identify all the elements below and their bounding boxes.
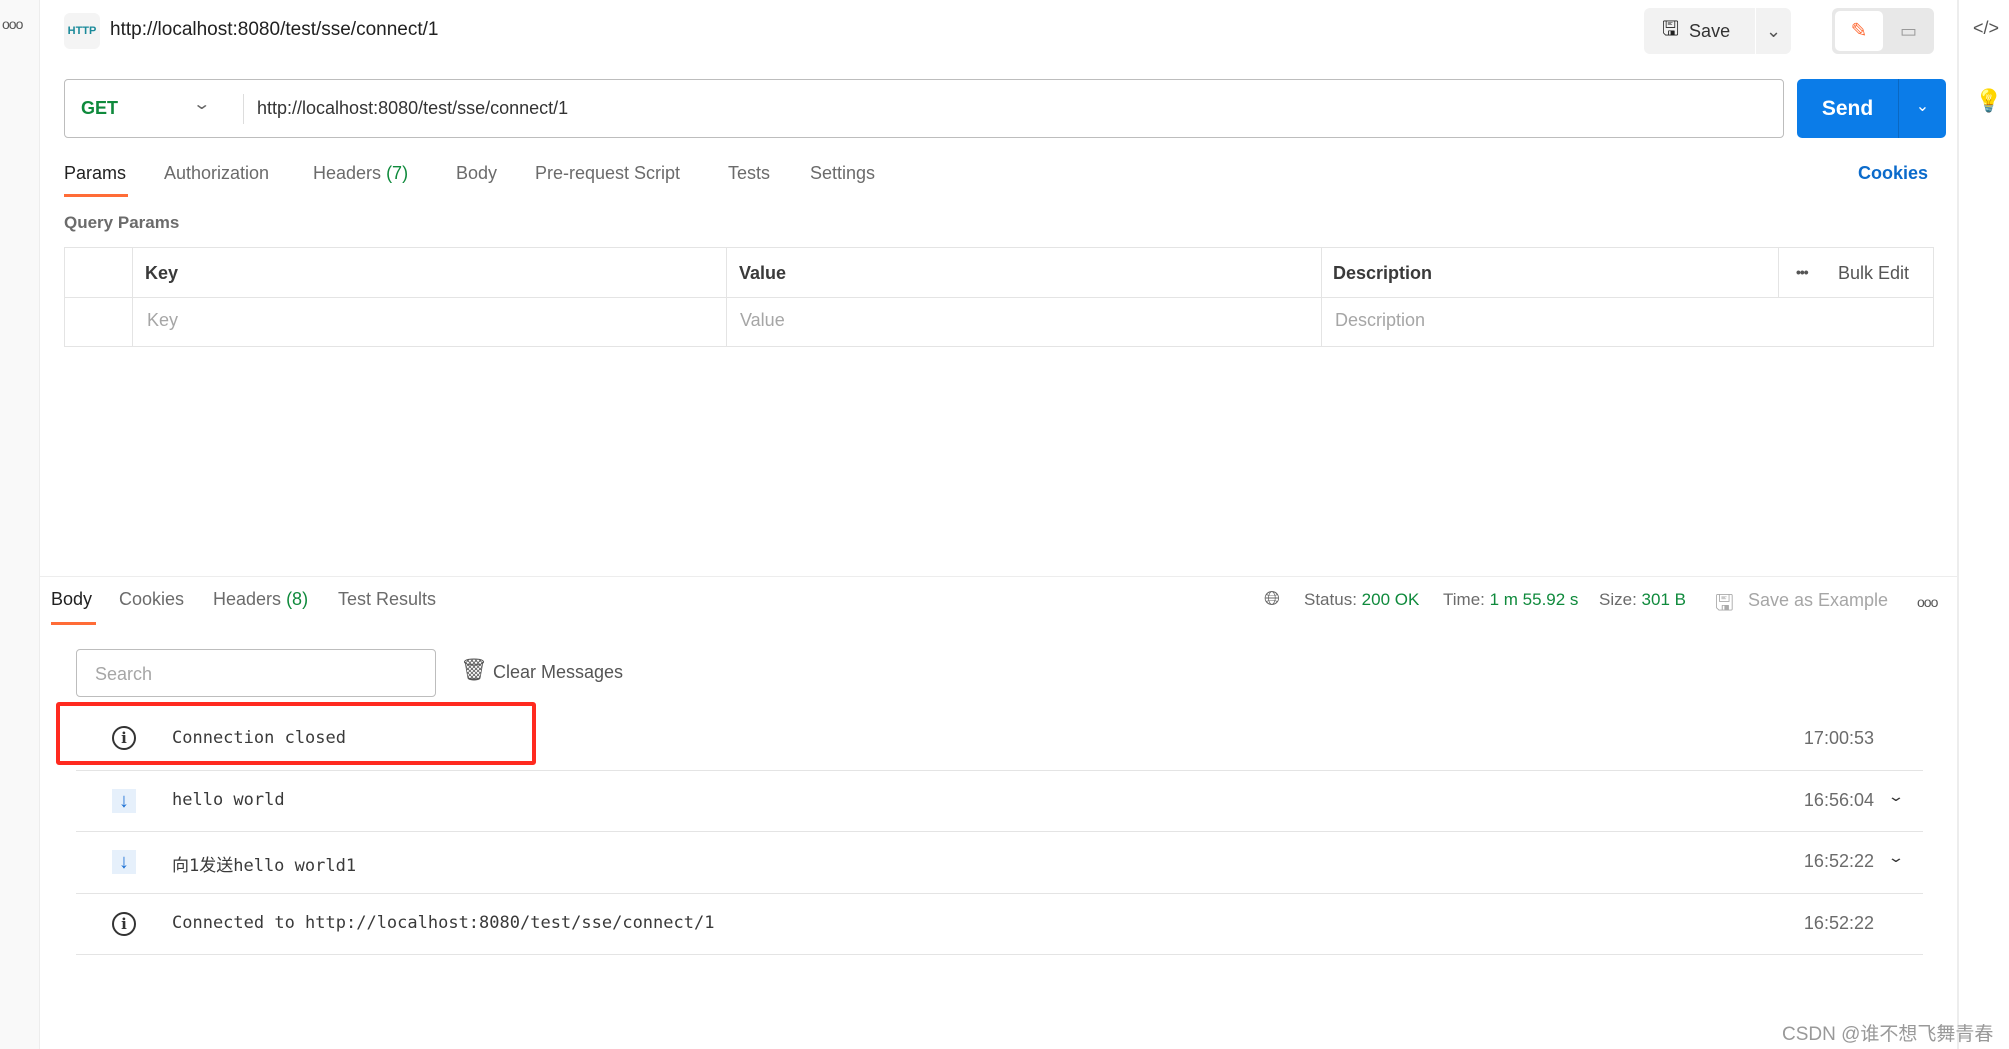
left-sidebar: ooo xyxy=(0,0,40,1049)
response-tab-headers[interactable]: Headers (8) xyxy=(213,589,308,610)
tab-settings[interactable]: Settings xyxy=(810,163,875,184)
message-time: 16:52:22 xyxy=(1803,913,1874,933)
active-response-tab-indicator xyxy=(51,622,96,625)
url-bar: GET ⌄ http://localhost:8080/test/sse/con… xyxy=(64,79,1784,138)
response-headers-label: Headers xyxy=(213,589,282,609)
tab-body[interactable]: Body xyxy=(456,163,497,184)
code-icon[interactable]: </> xyxy=(1973,18,1999,39)
send-options-chevron-icon[interactable]: ⌄ xyxy=(1898,79,1946,138)
column-header-value: Value xyxy=(739,263,787,283)
response-tab-test-results[interactable]: Test Results xyxy=(338,589,436,610)
method-chevron-icon[interactable]: ⌄ xyxy=(192,94,211,114)
response-tab-cookies[interactable]: Cookies xyxy=(119,589,184,610)
send-button-group: Send ⌄ xyxy=(1797,79,1946,138)
more-options-icon[interactable]: ••• xyxy=(1796,264,1809,280)
trash-icon[interactable]: 🗑︎ xyxy=(460,657,488,683)
floppy-disk-icon: 🖫 xyxy=(1715,590,1734,615)
time-info: Time: 1 m 55.92 s xyxy=(1443,590,1579,609)
column-header-key: Key xyxy=(145,263,179,283)
tab-authorization[interactable]: Authorization xyxy=(164,163,269,184)
column-header-description: Description xyxy=(1333,263,1433,283)
tab-pre-request-script[interactable]: Pre-request Script xyxy=(535,163,680,184)
save-button[interactable]: 🖫 Save xyxy=(1644,8,1755,54)
mode-toggle: ✎ ▭ xyxy=(1832,8,1934,54)
arrow-down-icon: ↓ xyxy=(112,789,136,813)
message-text: hello world xyxy=(172,790,285,810)
response-tab-body[interactable]: Body xyxy=(51,589,92,610)
save-as-example-button[interactable]: Save as Example xyxy=(1748,590,1888,611)
floppy-disk-icon: 🖫 xyxy=(1662,18,1680,40)
comment-icon[interactable]: ▭ xyxy=(1886,11,1931,51)
tab-params[interactable]: Params xyxy=(64,163,126,184)
tab-tests[interactable]: Tests xyxy=(728,163,770,184)
size-info: Size: 301 B xyxy=(1599,590,1686,609)
info-icon: i xyxy=(112,912,136,936)
clear-messages-button[interactable]: Clear Messages xyxy=(493,662,623,683)
status-info: Status: 200 OK xyxy=(1304,590,1420,609)
active-tab-indicator xyxy=(64,194,128,197)
more-icon[interactable]: ooo xyxy=(2,16,23,32)
status-value: 200 OK xyxy=(1361,590,1420,609)
message-text: Connected to http://localhost:8080/test/… xyxy=(172,913,715,933)
send-button[interactable]: Send xyxy=(1797,79,1898,138)
info-icon: i xyxy=(112,726,136,750)
message-search-input[interactable]: Search xyxy=(76,649,436,697)
message-text: 向1发送hello world1 xyxy=(172,856,357,876)
message-text: Connection closed xyxy=(172,728,346,748)
http-icon: HTTP xyxy=(64,13,100,49)
globe-icon[interactable]: 🌐︎ xyxy=(1264,588,1280,611)
value-input[interactable]: Value xyxy=(740,310,785,331)
key-input[interactable]: Key xyxy=(147,310,178,331)
tab-headers[interactable]: Headers (7) xyxy=(313,163,408,184)
response-headers-count: (8) xyxy=(286,589,309,609)
request-title: http://localhost:8080/test/sse/connect/1 xyxy=(110,19,439,40)
save-button-group: 🖫 Save ⌄ xyxy=(1644,8,1791,54)
lightbulb-icon[interactable]: 💡 xyxy=(1975,88,2002,114)
bulk-edit-button[interactable]: Bulk Edit xyxy=(1838,263,1909,284)
arrow-down-icon: ↓ xyxy=(112,850,136,874)
method-select[interactable]: GET xyxy=(81,98,118,119)
description-input[interactable]: Description xyxy=(1335,310,1425,331)
message-time: 16:56:04 xyxy=(1803,790,1874,810)
save-label: Save xyxy=(1689,20,1731,41)
expand-chevron-icon[interactable]: ⌄ xyxy=(1887,788,1905,805)
watermark: CSDN @谁不想飞舞青春 xyxy=(1782,1024,1994,1045)
tab-headers-label: Headers xyxy=(313,163,382,183)
message-time: 16:52:22 xyxy=(1803,851,1874,871)
cookies-link[interactable]: Cookies xyxy=(1858,163,1928,184)
url-input[interactable]: http://localhost:8080/test/sse/connect/1 xyxy=(257,98,568,119)
size-value: 301 B xyxy=(1641,590,1686,609)
save-options-chevron-icon[interactable]: ⌄ xyxy=(1755,8,1791,54)
query-params-title: Query Params xyxy=(64,213,180,232)
pencil-icon[interactable]: ✎ xyxy=(1835,11,1883,51)
headers-count: (7) xyxy=(386,163,409,183)
time-value: 1 m 55.92 s xyxy=(1489,590,1579,609)
message-time: 17:00:53 xyxy=(1803,728,1874,748)
pane-divider[interactable] xyxy=(40,576,1957,577)
response-more-icon[interactable]: ooo xyxy=(1917,594,1938,610)
right-sidebar: </> 💡 xyxy=(1957,0,2009,1049)
expand-chevron-icon[interactable]: ⌄ xyxy=(1887,849,1905,866)
